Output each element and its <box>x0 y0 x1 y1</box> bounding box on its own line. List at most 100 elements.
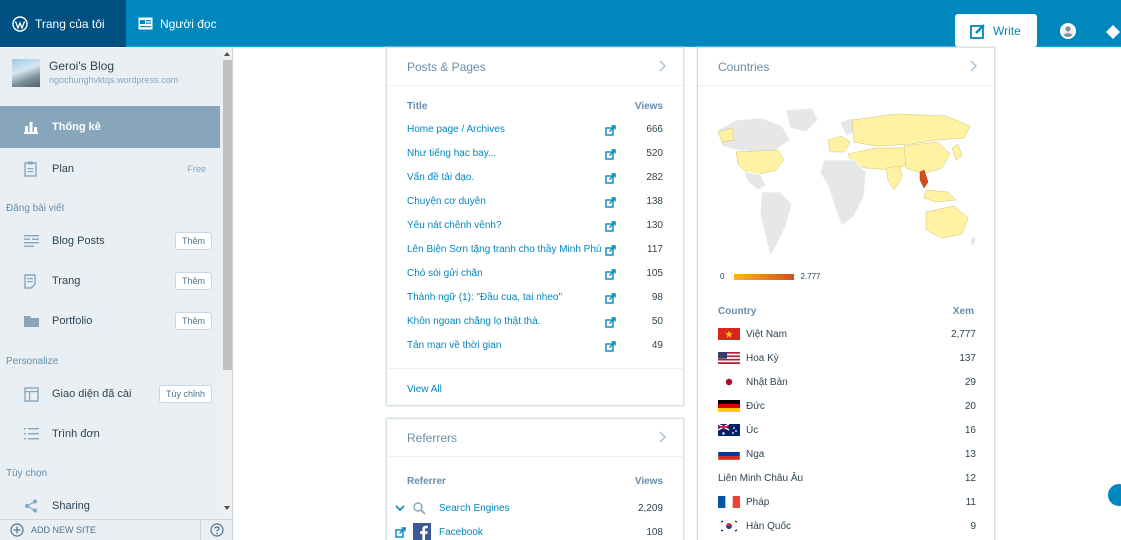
post-views: 98 <box>651 292 663 303</box>
post-title-link[interactable]: Lên Biện Sơn tặng tranh cho thầy Minh Ph… <box>407 244 603 255</box>
referrer-name: Facebook <box>439 526 483 538</box>
referrers-header[interactable]: Referrers <box>387 419 683 457</box>
chevron-right-icon[interactable] <box>970 60 978 75</box>
external-link-icon[interactable] <box>395 526 409 538</box>
floating-help-button[interactable] <box>1105 481 1121 509</box>
sidebar-item-stats[interactable]: Thống kê <box>0 106 220 148</box>
post-views: 666 <box>646 124 663 135</box>
map-legend: 0 2.777 <box>720 272 820 281</box>
external-link-icon[interactable] <box>605 341 616 355</box>
post-title-link[interactable]: Thành ngữ (1): "Đầu cua, tai nheo" <box>407 292 603 303</box>
scrollbar-thumb[interactable] <box>223 60 232 370</box>
sidebar-item-menus[interactable]: Trình đơn <box>0 417 220 451</box>
sidebar-scrollbar[interactable] <box>222 48 232 518</box>
referrer-views: 108 <box>646 526 663 538</box>
column-header-views: Views <box>634 476 663 487</box>
country-row[interactable]: Hàn Quốc 9 <box>718 516 976 536</box>
external-link-icon[interactable] <box>605 197 616 211</box>
countries-card: Countries 0 2.777 Country Xem Việt Nam 2… <box>697 47 995 540</box>
country-name: Nhật Bản <box>746 376 788 388</box>
referrers-card: Referrers Referrer Views Search Engines … <box>386 418 684 540</box>
scroll-up-arrow-icon[interactable] <box>224 52 230 56</box>
sidebar-item-themes[interactable]: Giao diện đã cài Tùy chỉnh <box>0 377 220 411</box>
my-site-tab[interactable]: Trang của tôi <box>0 0 126 47</box>
page-icon <box>24 273 44 289</box>
add-portfolio-button[interactable]: Thêm <box>174 312 212 330</box>
help-button[interactable] <box>200 519 232 540</box>
vietnam-flag-icon <box>718 328 740 340</box>
reader-label: Người đọc <box>160 16 217 31</box>
country-name: Đức <box>746 400 765 412</box>
add-new-site-button[interactable]: ADD NEW SITE <box>0 520 200 540</box>
country-row[interactable]: Nga 13 <box>717 444 976 464</box>
view-all-link[interactable]: View All <box>407 384 442 395</box>
post-title-link[interactable]: Chó sói gửi chắn <box>407 268 603 279</box>
top-masterbar: Trang của tôi Người đọc Write <box>0 0 1121 47</box>
add-page-button[interactable]: Thêm <box>174 272 212 290</box>
post-title-link[interactable]: Tản mạn về thời gian <box>407 340 603 351</box>
sidebar-item-portfolio[interactable]: Portfolio Thêm <box>0 304 220 338</box>
post-title-link[interactable]: Chuyện cơ duyên <box>407 196 603 207</box>
site-card[interactable]: Geroi's Blog ngochunghvktqs.wordpress.co… <box>0 54 220 104</box>
country-row[interactable]: Đức 20 <box>718 396 976 416</box>
country-views: 12 <box>964 472 976 484</box>
post-views: 49 <box>651 340 663 351</box>
country-row[interactable]: Nhật Bản 29 <box>718 372 976 392</box>
scroll-down-arrow-icon[interactable] <box>224 506 230 510</box>
chevron-right-icon[interactable] <box>659 60 667 75</box>
country-name: Việt Nam <box>746 328 787 340</box>
country-name: Pháp <box>746 496 770 508</box>
notifications-icon[interactable] <box>1104 24 1121 43</box>
sidebar-item-pages[interactable]: Trang Thêm <box>0 264 220 298</box>
external-link-icon[interactable] <box>605 125 616 139</box>
clipboard-icon <box>24 161 44 177</box>
external-link-icon[interactable] <box>605 173 616 187</box>
countries-header[interactable]: Countries <box>698 48 994 86</box>
add-blog-post-button[interactable]: Thêm <box>174 232 212 250</box>
reader-icon <box>138 17 153 30</box>
sidebar-item-plan[interactable]: Plan Free <box>0 148 220 190</box>
folder-icon <box>24 315 44 327</box>
customize-button[interactable]: Tùy chỉnh <box>158 385 212 403</box>
posts-pages-header[interactable]: Posts & Pages <box>387 48 683 86</box>
site-url: ngochunghvktqs.wordpress.com <box>49 75 179 85</box>
country-views: 9 <box>970 520 976 532</box>
post-title-link[interactable]: Khôn ngoan chẳng lọ thật thà. <box>407 316 603 327</box>
country-row[interactable]: Hoa Kỳ 137 <box>718 348 976 368</box>
write-button[interactable]: Write <box>955 14 1037 47</box>
user-avatar[interactable] <box>1060 23 1076 39</box>
post-title-link[interactable]: Vấn đề tải đạo. <box>407 172 603 183</box>
external-link-icon[interactable] <box>605 317 616 331</box>
referrer-name: Search Engines <box>439 502 510 514</box>
post-title-link[interactable]: Yêu nát chênh vênh? <box>407 220 603 231</box>
external-link-icon[interactable] <box>605 269 616 283</box>
referrer-row-facebook[interactable]: Facebook 108 <box>395 522 663 540</box>
post-views: 130 <box>646 220 663 231</box>
external-link-icon[interactable] <box>605 245 616 259</box>
external-link-icon[interactable] <box>605 149 616 163</box>
country-row[interactable]: Pháp 11 <box>718 492 976 512</box>
country-views: 16 <box>964 424 976 436</box>
country-row[interactable]: Việt Nam 2,777 <box>718 324 976 344</box>
reader-tab[interactable]: Người đọc <box>138 0 217 47</box>
expand-chevron-icon[interactable] <box>395 504 409 512</box>
country-views: 13 <box>964 448 976 460</box>
sidebar-item-sharing[interactable]: Sharing <box>0 493 220 519</box>
chevron-right-icon[interactable] <box>659 431 667 446</box>
wordpress-logo-icon <box>12 15 28 32</box>
country-row[interactable]: Liên Minh Châu Âu 12 <box>718 468 976 488</box>
world-map[interactable] <box>716 106 978 266</box>
sidebar-item-label: Trang <box>52 275 81 287</box>
post-views: 520 <box>646 148 663 159</box>
post-title-link[interactable]: Home page / Archives <box>407 124 603 135</box>
add-new-site-label: ADD NEW SITE <box>31 525 97 535</box>
country-row[interactable]: Úc 16 <box>717 420 976 440</box>
external-link-icon[interactable] <box>605 293 616 307</box>
country-name: Hoa Kỳ <box>746 352 779 364</box>
external-link-icon[interactable] <box>605 221 616 235</box>
post-title-link[interactable]: Như tiếng hạc bay... <box>407 148 603 159</box>
referrer-row-search[interactable]: Search Engines 2,209 <box>395 498 663 518</box>
person-icon <box>1063 26 1073 37</box>
sidebar-item-blog-posts[interactable]: Blog Posts Thêm <box>0 224 220 258</box>
search-icon <box>413 501 435 515</box>
